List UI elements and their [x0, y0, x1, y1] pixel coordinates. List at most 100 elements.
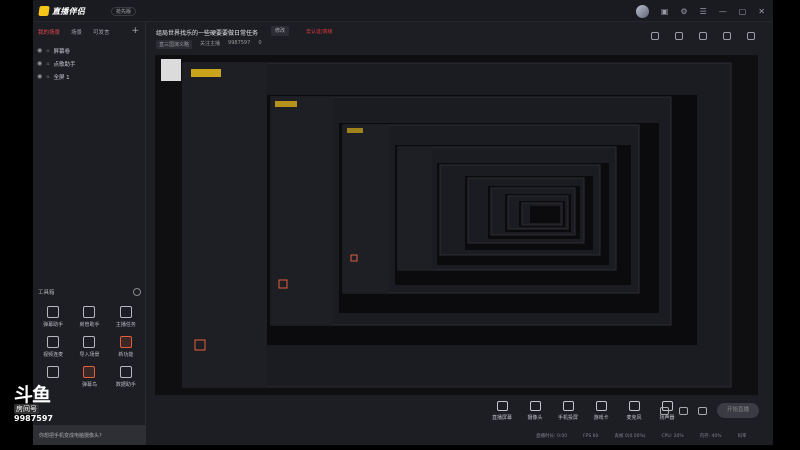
gamepad-icon: [595, 401, 607, 411]
lock-icon[interactable]: [675, 32, 683, 40]
status-duration: 直播时长: 0:00: [536, 434, 568, 439]
tool-label: 数据助手: [115, 382, 136, 388]
settings-icon[interactable]: [698, 406, 707, 415]
title-bar: 直播伴侣 抢先版 ▣ ⚙ ☰ — ▢ ✕: [33, 0, 773, 22]
tool-label: 主播任务: [115, 322, 136, 328]
edit-title-button[interactable]: 修改: [271, 26, 290, 36]
list-item[interactable]: ◉ ⌂ 点歌助手: [37, 57, 141, 70]
tab-my-scenes[interactable]: 我的场景: [38, 28, 60, 36]
camera-icon: [529, 401, 541, 411]
eye-icon[interactable]: ◉: [37, 73, 42, 80]
tool-label: 弹幕鸟: [81, 382, 97, 388]
logo-icon: [38, 6, 50, 16]
camera-button[interactable]: 摄像头: [523, 401, 547, 421]
list-item[interactable]: ◉ ⌂ 屏幕卷: [37, 44, 141, 57]
lock-icon[interactable]: ⌂: [46, 74, 49, 80]
tool-import-scene[interactable]: 导入场景: [71, 336, 107, 358]
room-number: 9987597: [14, 414, 53, 423]
room-id: 9987597: [228, 40, 251, 46]
tool-streamer-task[interactable]: 主播任务: [108, 306, 144, 328]
phone-cast-button[interactable]: 手机投屏: [556, 401, 580, 421]
toolbox-settings-icon[interactable]: [133, 288, 141, 296]
add-scene-button[interactable]: +: [131, 26, 139, 36]
settings-icon[interactable]: ⚙: [680, 6, 687, 18]
share-icon[interactable]: [747, 32, 755, 40]
import-icon: [83, 336, 96, 348]
avatar[interactable]: [635, 5, 649, 18]
scene-label: 点歌助手: [53, 61, 76, 68]
follow-label: 关注主播: [200, 41, 221, 47]
tool-danmu-helper[interactable]: 弹幕助手: [35, 306, 71, 328]
minimize-icon[interactable]: —: [719, 6, 727, 18]
scene-list: ◉ ⌂ 屏幕卷 ◉ ⌂ 点歌助手 ◉ ⌂ 全屏 1: [33, 42, 145, 85]
gift-icon: [119, 306, 132, 318]
gift-icon[interactable]: [699, 32, 707, 40]
toolbox: 工具箱 弹幕助手 房管助手 主播任务 视频连麦 导入场景 新功能 弹幕鸟 数据助…: [33, 286, 146, 396]
tool-label: 麦克风: [626, 415, 642, 421]
toolbox-header: 工具箱: [33, 286, 146, 298]
status-cpu: CPU: 20%: [661, 433, 684, 439]
scene-tabs: 我的场景 场景 可发言 +: [33, 22, 145, 42]
tool-label: 视频连麦: [43, 352, 64, 358]
record-icon[interactable]: [660, 406, 669, 415]
stream-preview[interactable]: [155, 55, 758, 395]
scene-label: 屏幕卷: [53, 48, 70, 55]
tool-new-feature[interactable]: 新功能: [108, 336, 144, 358]
app-logo: 直播伴侣: [38, 5, 97, 17]
new-feature-icon: [119, 336, 132, 348]
tool-danmu-bird[interactable]: 弹幕鸟: [71, 366, 107, 388]
app-window: 直播伴侣 抢先版 ▣ ⚙ ☰ — ▢ ✕ 我的场景 场景 可发言 + ◉ ⌂ 屏…: [33, 0, 773, 445]
tool-room-manager[interactable]: 房管助手: [71, 306, 107, 328]
maximize-icon[interactable]: ▢: [739, 6, 747, 18]
tool-label: 新功能: [118, 352, 134, 358]
tool-label: 弹幕助手: [43, 322, 64, 328]
bird-icon: [83, 366, 96, 378]
live-controls: 开始直播: [660, 403, 759, 418]
room-label: 房间号: [14, 404, 39, 414]
tab-speak[interactable]: 可发言: [93, 28, 110, 36]
game-card-button[interactable]: 游戏卡: [589, 401, 613, 421]
room-info-row: 直三国演义略 关注主播 9987597 0: [156, 40, 262, 49]
tool-grid: 弹幕助手 房管助手 主播任务 视频连麦 导入场景 新功能 弹幕鸟 数据助手: [33, 298, 146, 396]
status-bar: 直播时长: 0:00 FPS 60 丢帧 0(0.00%) CPU: 20% 内…: [146, 429, 773, 443]
close-icon[interactable]: ✕: [758, 6, 765, 18]
lock-icon[interactable]: ⌂: [46, 48, 49, 54]
start-live-button[interactable]: 开始直播: [717, 403, 759, 418]
download-icon: [47, 366, 60, 378]
verify-link[interactable]: 去认证/高级: [306, 28, 333, 35]
eye-icon[interactable]: ◉: [37, 60, 42, 67]
tool-label: 直播屏幕: [491, 415, 512, 421]
shield-icon[interactable]: [651, 32, 659, 40]
tool-label: 导入场景: [79, 352, 100, 358]
tool-video-link[interactable]: 视频连麦: [35, 336, 71, 358]
beta-badge[interactable]: 抢先版: [111, 7, 137, 16]
eye-icon[interactable]: [679, 406, 688, 415]
microphone-button[interactable]: 麦克风: [622, 401, 646, 421]
window-controls: ▣ ⚙ ☰ — ▢ ✕: [635, 5, 765, 18]
screen-capture-button[interactable]: 直播屏幕: [490, 401, 514, 421]
tab-scenes[interactable]: 场景: [71, 28, 82, 36]
screen-icon: [496, 401, 508, 411]
main-area: 组局世界找乐的一些硬要要做日常任务 修改 去认证/高级 直三国演义略 关注主播 …: [146, 22, 773, 445]
list-item[interactable]: ◉ ⌂ 全屏 1: [37, 70, 141, 83]
link-icon: [47, 336, 60, 348]
likes-count: 0: [258, 40, 262, 46]
recursive-preview-graphic: [155, 55, 758, 395]
lock-icon[interactable]: ⌂: [46, 61, 49, 67]
menu-icon[interactable]: ☰: [700, 6, 707, 18]
status-memory: 内存: 40%: [699, 434, 722, 439]
main-action-icons: [651, 32, 755, 40]
bottom-toolbar: 直播屏幕 摄像头 手机投屏 游戏卡 麦克风 扬声器 开始直播 直播时长: 0:0…: [146, 397, 773, 445]
douyu-watermark: 斗鱼 房间号 9987597: [14, 386, 54, 423]
tool-data-helper[interactable]: 数据助手: [108, 366, 144, 388]
bell-icon[interactable]: [723, 32, 731, 40]
eye-icon[interactable]: ◉: [37, 47, 42, 54]
tip-text: 你想把手机变成电脑摄像头?: [39, 433, 102, 439]
room-title[interactable]: 组局世界找乐的一些硬要要做日常任务: [156, 28, 258, 37]
status-bitrate: 码率: [737, 434, 747, 439]
tip-popup[interactable]: 你想把手机变成电脑摄像头?: [33, 425, 146, 445]
category-badge[interactable]: 直三国演义略: [156, 40, 193, 49]
toolbox-title: 工具箱: [38, 290, 55, 296]
shirt-icon[interactable]: ▣: [661, 6, 669, 18]
douyu-brand: 斗鱼: [14, 384, 51, 406]
